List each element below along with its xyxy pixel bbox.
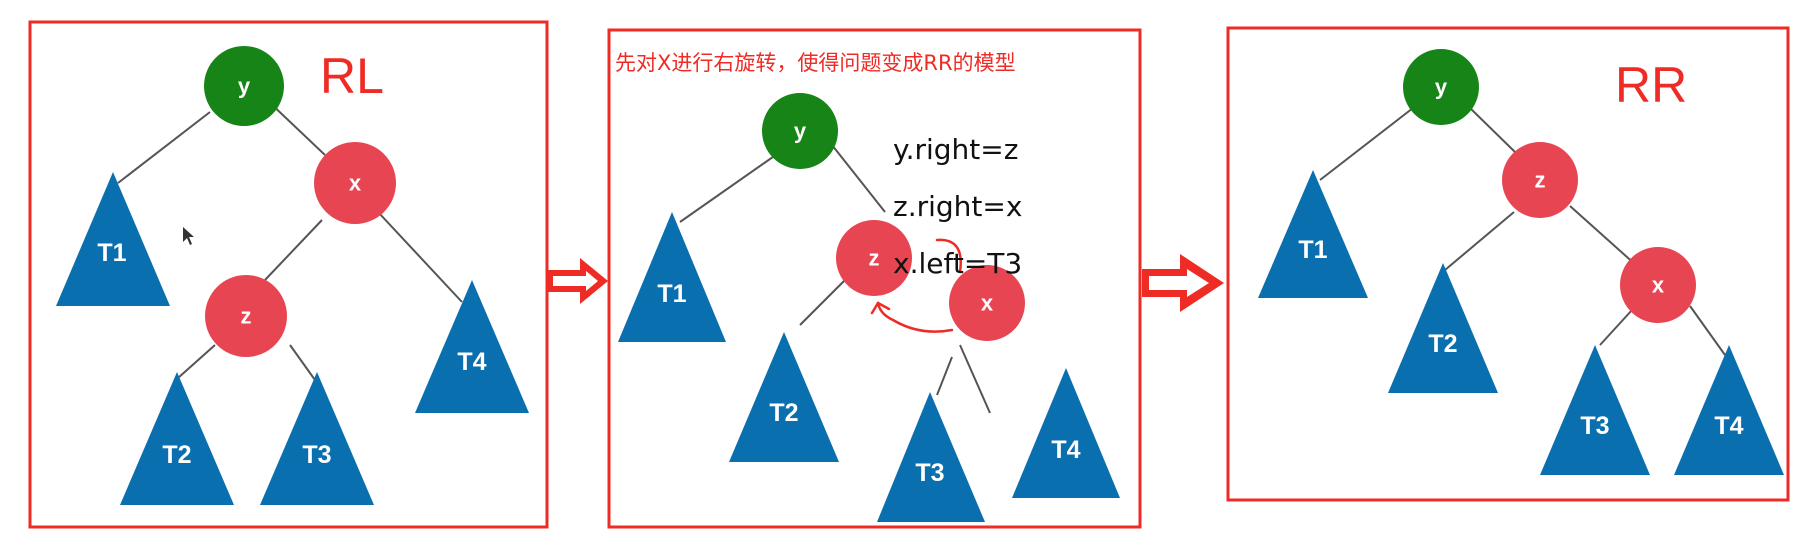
edge-y-t1 <box>679 151 781 223</box>
edge-x-t4 <box>377 211 463 303</box>
edge-x-t4 <box>1689 305 1726 356</box>
subtree-t2-label: T2 <box>769 399 798 427</box>
subtree-t1-label: T1 <box>97 239 126 267</box>
edge-y-t1 <box>1319 107 1414 181</box>
edge-x-z <box>264 219 323 281</box>
subtree-t1: T1 <box>618 212 726 342</box>
case-label-rl: RL <box>320 48 384 104</box>
node-y-label: y <box>238 74 251 99</box>
case-label-rr: RR <box>1615 57 1687 113</box>
subtree-t3: T3 <box>260 372 374 505</box>
node-x: x <box>1620 247 1696 323</box>
subtree-t3: T3 <box>877 392 985 522</box>
node-z-label: z <box>869 246 880 271</box>
avl-rotation-diagram: RL y x z T1 T4 T2 T3 先对X进行右旋转，使得问题变成RR的模… <box>28 20 1790 529</box>
step-caption: 先对X进行右旋转，使得问题变成RR的模型 <box>615 51 1016 75</box>
node-y: y <box>762 93 838 169</box>
node-y-label: y <box>794 119 807 144</box>
subtree-t4-label: T4 <box>1714 412 1743 440</box>
edge-z-t2 <box>177 344 216 379</box>
transition-arrow-icon <box>547 258 608 304</box>
subtree-t3-label: T3 <box>915 459 944 487</box>
node-x: x <box>314 142 396 224</box>
subtree-t4-label: T4 <box>457 348 486 376</box>
node-y-label: y <box>1435 75 1448 100</box>
panel-rr: RR y z x T1 T2 T3 T4 <box>1226 26 1790 502</box>
subtree-t3-label: T3 <box>302 441 331 469</box>
edge-x-t4 <box>959 344 991 414</box>
node-y: y <box>1403 49 1479 125</box>
subtree-t2: T2 <box>120 372 234 505</box>
subtree-t2: T2 <box>729 332 839 462</box>
edge-z-t2 <box>1444 211 1515 271</box>
transition-arrow-icon <box>1142 254 1224 312</box>
note-x-left: x.left=T3 <box>893 247 1022 280</box>
subtree-t2-label: T2 <box>162 441 191 469</box>
mouse-cursor-icon <box>183 227 194 245</box>
node-x-label: x <box>981 291 994 316</box>
subtree-t3-label: T3 <box>1580 412 1609 440</box>
edge-x-t3 <box>936 356 953 396</box>
subtree-t1: T1 <box>56 172 170 306</box>
node-z: z <box>205 275 287 357</box>
edge-z-x <box>1569 205 1638 267</box>
edge-y-z <box>1469 107 1516 153</box>
edge-z-t2 <box>799 279 846 326</box>
subtree-t1: T1 <box>1258 170 1368 298</box>
subtree-t1-label: T1 <box>657 280 686 308</box>
node-x-label: x <box>349 171 362 196</box>
panel-rl: RL y x z T1 T4 T2 T3 <box>28 20 549 529</box>
subtree-t3: T3 <box>1540 345 1650 475</box>
panel-intermediate: 先对X进行右旋转，使得问题变成RR的模型 y z x T1 T2 T3 T4 y… <box>607 28 1142 529</box>
edge-z-t3 <box>289 344 316 381</box>
subtree-t2: T2 <box>1388 263 1498 393</box>
subtree-t4-label: T4 <box>1051 436 1080 464</box>
subtree-t4: T4 <box>415 280 529 413</box>
node-z-label: z <box>241 304 252 329</box>
node-z: z <box>1502 142 1578 218</box>
note-z-right: z.right=x <box>893 190 1022 223</box>
edge-y-z <box>831 144 886 213</box>
node-x-label: x <box>1652 273 1665 298</box>
subtree-t1-label: T1 <box>1298 236 1327 264</box>
edge-x-t3 <box>1599 309 1633 346</box>
subtree-t4: T4 <box>1674 345 1784 475</box>
subtree-t2-label: T2 <box>1428 330 1457 358</box>
node-y: y <box>204 46 284 126</box>
edge-y-t1 <box>117 111 211 184</box>
note-y-right: y.right=z <box>893 133 1018 166</box>
node-z-label: z <box>1535 168 1546 193</box>
subtree-t4: T4 <box>1012 368 1120 498</box>
